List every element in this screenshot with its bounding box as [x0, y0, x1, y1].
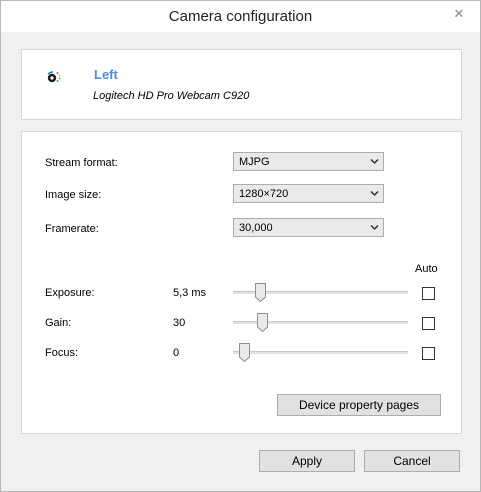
exposure-label: Exposure:	[45, 287, 95, 299]
exposure-value: 5,3 ms	[173, 287, 207, 299]
title-bar: Camera configuration ✕	[1, 1, 480, 32]
chevron-down-icon	[370, 158, 379, 165]
cancel-button[interactable]: Cancel	[364, 450, 460, 472]
focus-label: Focus:	[45, 347, 79, 359]
stream-format-select[interactable]: MJPG	[233, 152, 384, 171]
focus-slider-track	[233, 351, 408, 354]
image-size-label: Image size:	[45, 189, 102, 201]
exposure-auto-checkbox[interactable]	[422, 287, 435, 300]
framerate-value: 30,000	[239, 222, 273, 234]
device-name: Left	[94, 67, 118, 82]
gain-auto-checkbox[interactable]	[422, 317, 435, 330]
focus-auto-checkbox[interactable]	[422, 347, 435, 360]
dialog-title: Camera configuration	[168, 8, 313, 25]
exposure-slider-thumb[interactable]	[255, 283, 266, 302]
focus-value: 0	[173, 347, 180, 359]
image-size-value: 1280×720	[239, 188, 289, 200]
device-model: Logitech HD Pro Webcam C920	[93, 90, 250, 102]
framerate-label: Framerate:	[45, 223, 99, 235]
gain-label: Gain:	[45, 317, 72, 329]
focus-slider-thumb[interactable]	[239, 343, 250, 362]
stream-format-label: Stream format:	[45, 157, 118, 169]
chevron-down-icon	[370, 190, 379, 197]
camera-configuration-dialog: Camera configuration ✕ Left Logitech HD …	[0, 0, 481, 492]
focus-slider[interactable]	[233, 343, 408, 363]
image-size-select[interactable]: 1280×720	[233, 184, 384, 203]
exposure-slider[interactable]	[233, 283, 408, 303]
gain-slider[interactable]	[233, 313, 408, 333]
chevron-down-icon	[370, 224, 379, 231]
auto-header: Auto	[415, 263, 438, 275]
gain-value: 30	[173, 317, 186, 329]
apply-button[interactable]: Apply	[259, 450, 355, 472]
gain-slider-thumb[interactable]	[257, 313, 268, 332]
stream-format-value: MJPG	[239, 156, 270, 168]
device-info-panel	[21, 49, 462, 120]
framerate-select[interactable]: 30,000	[233, 218, 384, 237]
device-property-pages-button[interactable]: Device property pages	[277, 394, 441, 416]
close-button[interactable]: ✕	[446, 5, 472, 23]
logitech-icon	[47, 71, 61, 83]
